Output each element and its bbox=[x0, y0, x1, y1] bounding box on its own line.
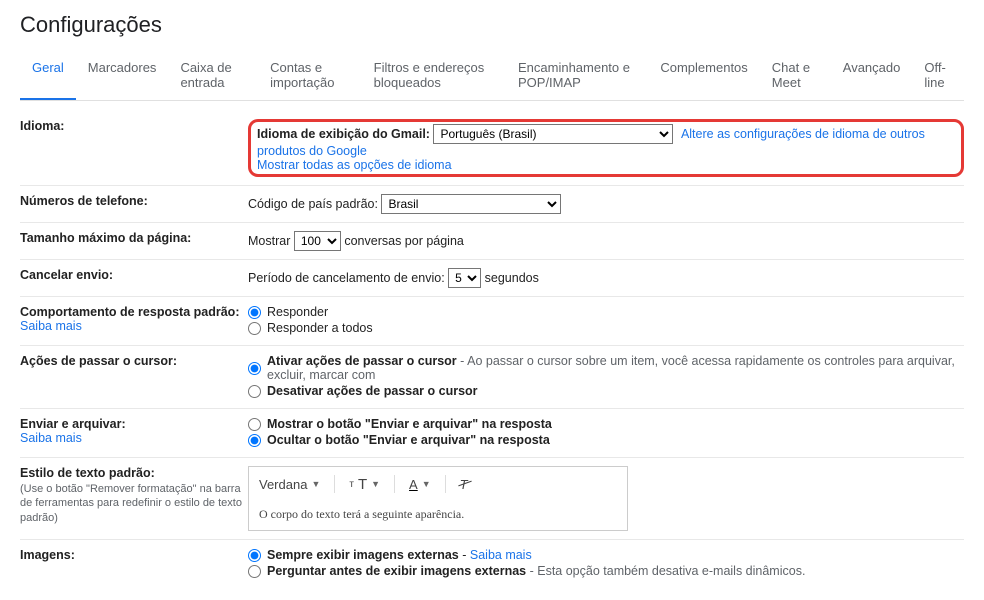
images-opt2-bold: Perguntar antes de exibir imagens extern… bbox=[267, 564, 526, 578]
page-size-select[interactable]: 100 bbox=[294, 231, 341, 251]
row-hover-actions: Ações de passar o cursor: Ativar ações d… bbox=[20, 346, 964, 409]
hover-radio-disable[interactable] bbox=[248, 385, 261, 398]
font-size-dropdown[interactable]: тT ▼ bbox=[349, 476, 380, 493]
tab-geral[interactable]: Geral bbox=[20, 52, 76, 100]
row-images: Imagens: Sempre exibir imagens externas … bbox=[20, 540, 964, 588]
reply-label: Comportamento de resposta padrão: bbox=[20, 305, 239, 319]
images-label: Imagens: bbox=[20, 548, 75, 562]
row-text-style: Estilo de texto padrão: (Use o botão "Re… bbox=[20, 458, 964, 540]
row-reply-behavior: Comportamento de resposta padrão: Saiba … bbox=[20, 297, 964, 346]
reply-radio-reply[interactable] bbox=[248, 306, 261, 319]
row-undo-send: Cancelar envio: Período de cancelamento … bbox=[20, 260, 964, 297]
images-radio-ask[interactable] bbox=[248, 565, 261, 578]
undo-suffix: segundos bbox=[485, 271, 539, 285]
phone-label: Números de telefone: bbox=[20, 194, 148, 208]
images-opt2-desc: - Esta opção também desativa e-mails din… bbox=[526, 564, 805, 578]
language-label: Idioma: bbox=[20, 119, 64, 133]
chevron-down-icon: ▼ bbox=[422, 479, 431, 489]
tab-filtros[interactable]: Filtros e endereços bloqueados bbox=[362, 52, 506, 100]
language-highlight-box: Idioma de exibição do Gmail: Português (… bbox=[248, 119, 964, 177]
font-toolbar: Verdana ▼ тT ▼ A ▼ T bbox=[259, 475, 617, 499]
page-size-show: Mostrar bbox=[248, 234, 290, 248]
page-size-suffix: conversas por página bbox=[344, 234, 464, 248]
row-page-size: Tamanho máximo da página: Mostrar 100 co… bbox=[20, 223, 964, 260]
page-title: Configurações bbox=[20, 12, 964, 38]
remove-formatting-icon: T bbox=[460, 477, 468, 492]
tab-caixa-entrada[interactable]: Caixa de entrada bbox=[168, 52, 258, 100]
tab-chat-meet[interactable]: Chat e Meet bbox=[760, 52, 831, 100]
hover-label: Ações de passar o cursor: bbox=[20, 354, 177, 368]
tab-complementos[interactable]: Complementos bbox=[648, 52, 759, 100]
tab-marcadores[interactable]: Marcadores bbox=[76, 52, 169, 100]
tab-contas[interactable]: Contas e importação bbox=[258, 52, 362, 100]
text-size-icon-large: T bbox=[358, 476, 367, 493]
reply-opt1: Responder bbox=[267, 305, 328, 319]
send-archive-radio-hide[interactable] bbox=[248, 434, 261, 447]
tab-offline[interactable]: Off-line bbox=[912, 52, 964, 100]
chevron-down-icon: ▼ bbox=[371, 479, 380, 489]
reply-learn-more-link[interactable]: Saiba mais bbox=[20, 319, 82, 333]
row-phone: Números de telefone: Código de país padr… bbox=[20, 186, 964, 223]
row-send-archive: Enviar e arquivar: Saiba mais Mostrar o … bbox=[20, 409, 964, 458]
font-family-dropdown[interactable]: Verdana ▼ bbox=[259, 477, 320, 492]
page-size-label: Tamanho máximo da página: bbox=[20, 231, 191, 245]
images-opt1: Sempre exibir imagens externas bbox=[267, 548, 459, 562]
settings-tabs: Geral Marcadores Caixa de entrada Contas… bbox=[20, 52, 964, 101]
row-language: Idioma: Idioma de exibição do Gmail: Por… bbox=[20, 111, 964, 186]
country-code-label: Código de país padrão: bbox=[248, 197, 378, 211]
text-color-icon: A bbox=[409, 477, 418, 492]
send-archive-radio-show[interactable] bbox=[248, 418, 261, 431]
remove-formatting-button[interactable]: T bbox=[460, 477, 468, 492]
images-radio-always[interactable] bbox=[248, 549, 261, 562]
display-language-select[interactable]: Português (Brasil) bbox=[433, 124, 673, 144]
display-language-label: Idioma de exibição do Gmail: bbox=[257, 127, 430, 141]
chevron-down-icon: ▼ bbox=[311, 479, 320, 489]
send-archive-opt2: Ocultar o botão "Enviar e arquivar" na r… bbox=[267, 433, 550, 447]
send-archive-opt1: Mostrar o botão "Enviar e arquivar" na r… bbox=[267, 417, 552, 431]
country-code-select[interactable]: Brasil bbox=[381, 194, 561, 214]
images-learn-more-link[interactable]: Saiba mais bbox=[470, 548, 532, 562]
tab-encaminhamento[interactable]: Encaminhamento e POP/IMAP bbox=[506, 52, 648, 100]
hover-radio-enable[interactable] bbox=[248, 362, 261, 375]
text-style-sub: (Use o botão "Remover formatação" na bar… bbox=[20, 482, 248, 525]
send-archive-label: Enviar e arquivar: bbox=[20, 417, 126, 431]
font-color-dropdown[interactable]: A ▼ bbox=[409, 477, 431, 492]
reply-radio-replyall[interactable] bbox=[248, 322, 261, 335]
undo-period-select[interactable]: 5 bbox=[448, 268, 481, 288]
undo-label: Cancelar envio: bbox=[20, 268, 113, 282]
reply-opt2: Responder a todos bbox=[267, 321, 373, 335]
hover-opt2: Desativar ações de passar o cursor bbox=[267, 384, 478, 398]
send-archive-learn-more-link[interactable]: Saiba mais bbox=[20, 431, 82, 445]
undo-period-label: Período de cancelamento de envio: bbox=[248, 271, 445, 285]
font-preview-text: O corpo do texto terá a seguinte aparênc… bbox=[259, 507, 617, 522]
text-style-label: Estilo de texto padrão: bbox=[20, 466, 155, 480]
show-all-language-options-link[interactable]: Mostrar todas as opções de idioma bbox=[257, 158, 452, 172]
font-box: Verdana ▼ тT ▼ A ▼ T O corpo do texto bbox=[248, 466, 628, 531]
text-size-icon: т bbox=[349, 479, 354, 490]
tab-avancado[interactable]: Avançado bbox=[831, 52, 913, 100]
hover-opt1-bold: Ativar ações de passar o cursor bbox=[267, 354, 457, 368]
